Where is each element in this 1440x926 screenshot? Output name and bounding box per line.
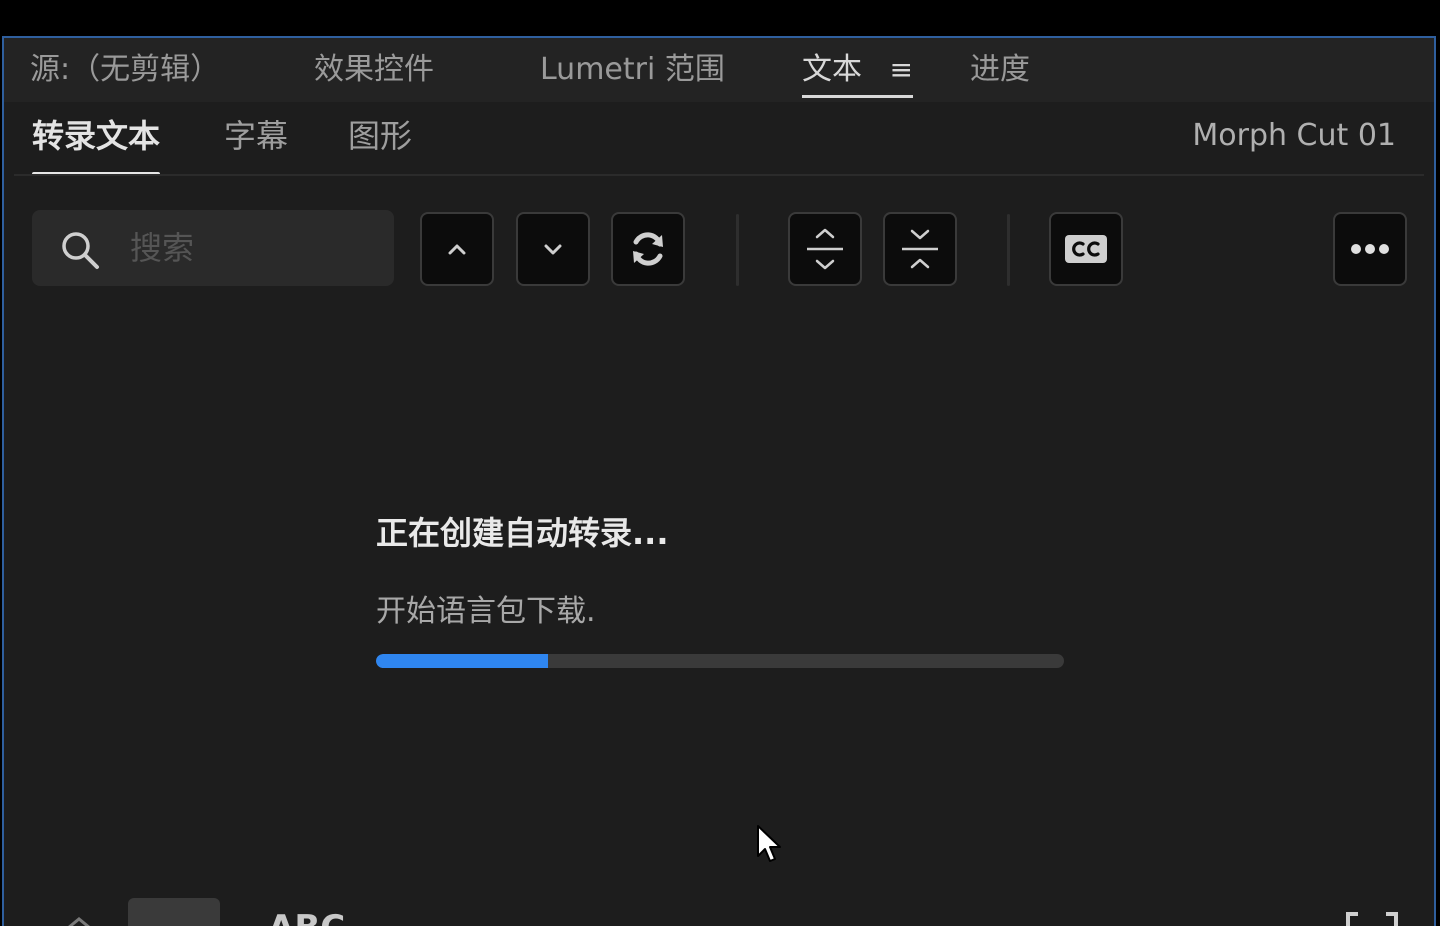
bracket-icon[interactable] [1344,912,1400,926]
refresh-button[interactable] [611,212,685,286]
expand-vertical-icon [807,228,843,270]
transcription-status-title: 正在创建自动转录... [376,514,669,552]
subtab-captions-label: 字幕 [224,117,289,155]
transcription-progress-bar [376,654,1064,668]
active-tab-underline [802,95,914,98]
toolbar-separator [1007,214,1010,286]
tab-source[interactable]: 源:（无剪辑） [30,50,220,98]
previous-result-button[interactable] [420,212,494,286]
tab-effect-controls-label: 效果控件 [314,52,434,87]
transcription-status-message: 开始语言包下载. [376,594,596,629]
collapse-all-button[interactable] [883,212,957,286]
window-top-bar [0,0,1440,36]
speaker-chip[interactable] [128,898,220,926]
tab-progress[interactable]: 进度 [970,50,1030,98]
text-panel: 源:（无剪辑） 效果控件 Lumetri 范围 文本 ≡ 进度 转录文本 字幕 … [2,36,1436,926]
search-box[interactable] [32,210,394,286]
toolbar-separator [736,214,739,286]
subtab-divider [14,174,1424,176]
partial-label: ABC [268,908,345,926]
more-horizontal-icon [1351,244,1389,254]
tab-effect-controls[interactable]: 效果控件 [314,50,434,98]
subtab-graphics[interactable]: 图形 [348,114,412,174]
hamburger-menu-icon[interactable]: ≡ [890,50,913,90]
chevron-up-icon [448,244,466,255]
search-icon [62,232,99,269]
subtab-graphics-label: 图形 [348,117,413,155]
expand-all-button[interactable] [788,212,862,286]
captions-button[interactable] [1049,212,1123,286]
refresh-icon [633,232,663,266]
tab-lumetri-scopes-label: Lumetri 范围 [540,52,725,87]
collapse-chevron-icon[interactable] [64,914,94,926]
subtab-transcript[interactable]: 转录文本 [32,114,161,176]
search-input[interactable] [130,224,370,272]
sequence-name: Morph Cut 01 [1192,118,1396,153]
subtab-transcript-label: 转录文本 [32,117,161,155]
collapse-vertical-icon [902,229,938,269]
progress-fill [376,654,548,668]
cc-icon [1065,235,1107,263]
mouse-cursor-icon [757,825,781,862]
tab-progress-label: 进度 [970,52,1030,87]
tab-text-label: 文本 [802,52,862,87]
panel-tab-bar: 源:（无剪辑） 效果控件 Lumetri 范围 文本 ≡ 进度 [4,38,1434,102]
tab-text[interactable]: 文本 ≡ [802,50,914,98]
next-result-button[interactable] [516,212,590,286]
subtab-captions[interactable]: 字幕 [224,114,288,174]
more-button[interactable] [1333,212,1407,286]
chevron-down-icon [544,244,562,255]
tab-lumetri-scopes[interactable]: Lumetri 范围 [540,50,725,98]
tab-source-label: 源:（无剪辑） [30,52,221,87]
